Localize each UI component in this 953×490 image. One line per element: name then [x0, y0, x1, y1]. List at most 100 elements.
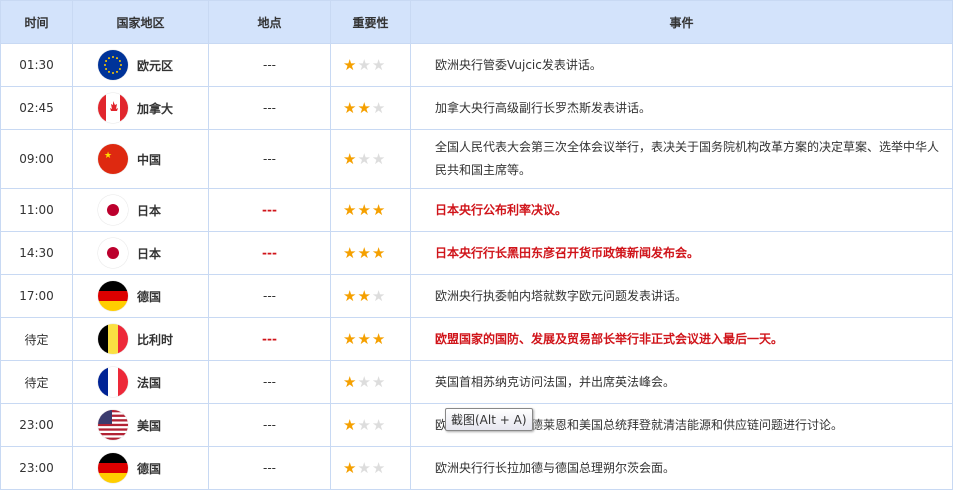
country-name: 美国 — [137, 418, 162, 433]
time-cell: 11:00 — [0, 188, 73, 232]
star-empty-icon: ★ — [371, 373, 387, 391]
country-name: 日本 — [137, 203, 162, 218]
star-filled-icon: ★ — [343, 330, 358, 348]
header-place: 地点 — [208, 0, 331, 44]
place-cell: --- — [208, 317, 331, 361]
star-filled-icon: ★ — [357, 201, 372, 219]
event-cell: 加拿大央行高级副行长罗杰斯发表讲话。 — [410, 86, 953, 130]
time-cell: 17:00 — [0, 274, 73, 318]
importance-stars: ★★★ — [330, 231, 411, 275]
importance-stars: ★★★ — [330, 446, 411, 490]
header-importance: 重要性 — [330, 0, 411, 44]
country-name: 加拿大 — [137, 101, 174, 116]
event-cell: 欧盟国家的国防、发展及贸易部长举行非正式会议进入最后一天。 — [410, 317, 953, 361]
flag-jp-icon — [98, 238, 128, 268]
star-filled-icon: ★ — [343, 56, 358, 74]
star-filled-icon: ★ — [343, 459, 358, 477]
table-row: 待定 比利时 --- ★★★ 欧盟国家的国防、发展及贸易部长举行非正式会议进入最… — [0, 317, 953, 361]
importance-stars: ★★★ — [330, 86, 411, 130]
star-empty-icon: ★ — [357, 373, 372, 391]
time-cell: 14:30 — [0, 231, 73, 275]
table-row: 14:30 日本 --- ★★★ 日本央行行长黑田东彦召开货币政策新闻发布会。 — [0, 231, 953, 275]
event-cell: 日本央行行长黑田东彦召开货币政策新闻发布会。 — [410, 231, 953, 275]
country-cell: 德国 — [74, 281, 207, 311]
star-empty-icon: ★ — [357, 459, 372, 477]
table-row: 待定 法国 --- ★★★ 英国首相苏纳克访问法国，并出席英法峰会。 — [0, 360, 953, 404]
star-filled-icon: ★ — [343, 150, 358, 168]
table-row: 01:30 欧元区 --- ★★★ 欧洲央行管委Vujcic发表讲话。 — [0, 43, 953, 87]
event-cell: 欧洲央行执委帕内塔就数字欧元问题发表讲话。 — [410, 274, 953, 318]
star-empty-icon: ★ — [371, 150, 387, 168]
importance-stars: ★★★ — [330, 188, 411, 232]
event-cell: 欧洲央行行长拉加德与德国总理朔尔茨会面。 — [410, 446, 953, 490]
flag-us-icon — [98, 410, 128, 440]
place-cell: --- — [208, 360, 331, 404]
country-cell: 法国 — [74, 367, 207, 397]
country-cell: 日本 — [74, 238, 207, 268]
star-filled-icon: ★ — [343, 201, 358, 219]
header-row: 时间 国家地区 地点 重要性 事件 — [0, 0, 953, 44]
star-empty-icon: ★ — [371, 287, 387, 305]
flag-be-icon — [98, 324, 128, 354]
table-row: 02:45 加拿大 --- ★★★ 加拿大央行高级副行长罗杰斯发表讲话。 — [0, 86, 953, 130]
star-filled-icon: ★ — [357, 244, 372, 262]
flag-de-icon — [98, 453, 128, 483]
table-row: 11:00 日本 --- ★★★ 日本央行公布利率决议。 — [0, 188, 953, 232]
table-row: 23:00 德国 --- ★★★ 欧洲央行行长拉加德与德国总理朔尔茨会面。 — [0, 446, 953, 490]
time-cell: 01:30 — [0, 43, 73, 87]
place-cell: --- — [208, 446, 331, 490]
star-filled-icon: ★ — [371, 330, 387, 348]
importance-stars: ★★★ — [330, 403, 411, 447]
star-filled-icon: ★ — [343, 244, 358, 262]
place-cell: --- — [208, 188, 331, 232]
flag-ca-icon — [98, 93, 128, 123]
star-empty-icon: ★ — [357, 56, 372, 74]
time-cell: 待定 — [0, 317, 73, 361]
star-filled-icon: ★ — [343, 416, 358, 434]
star-filled-icon: ★ — [343, 287, 358, 305]
country-cell: 比利时 — [74, 324, 207, 354]
importance-stars: ★★★ — [330, 274, 411, 318]
country-cell: ★ 中国 — [74, 144, 207, 174]
header-country: 国家地区 — [72, 0, 209, 44]
flag-jp-icon — [98, 195, 128, 225]
table-row: 17:00 德国 --- ★★★ 欧洲央行执委帕内塔就数字欧元问题发表讲话。 — [0, 274, 953, 318]
event-cell: 全国人民代表大会第三次全体会议举行，表决关于国务院机构改革方案的决定草案、选举中… — [410, 129, 953, 189]
country-name: 法国 — [137, 375, 162, 390]
star-filled-icon: ★ — [343, 373, 358, 391]
country-name: 比利时 — [137, 332, 174, 347]
flag-eu-icon — [98, 50, 128, 80]
time-cell: 09:00 — [0, 129, 73, 189]
country-cell: 日本 — [74, 195, 207, 225]
event-cell: 英国首相苏纳克访问法国，并出席英法峰会。 — [410, 360, 953, 404]
star-filled-icon: ★ — [371, 201, 387, 219]
country-cell: 德国 — [74, 453, 207, 483]
time-cell: 待定 — [0, 360, 73, 404]
star-empty-icon: ★ — [371, 99, 387, 117]
importance-stars: ★★★ — [330, 317, 411, 361]
star-filled-icon: ★ — [343, 99, 358, 117]
country-name: 日本 — [137, 246, 162, 261]
place-cell: --- — [208, 231, 331, 275]
importance-stars: ★★★ — [330, 129, 411, 189]
importance-stars: ★★★ — [330, 43, 411, 87]
star-filled-icon: ★ — [357, 99, 372, 117]
place-cell: --- — [208, 274, 331, 318]
place-cell: --- — [208, 86, 331, 130]
country-cell: 欧元区 — [74, 50, 207, 80]
time-cell: 02:45 — [0, 86, 73, 130]
flag-de-icon — [98, 281, 128, 311]
svg-text:★: ★ — [104, 151, 112, 161]
header-event: 事件 — [410, 0, 953, 44]
star-empty-icon: ★ — [357, 150, 372, 168]
place-cell: --- — [208, 403, 331, 447]
country-name: 欧元区 — [137, 58, 174, 73]
star-empty-icon: ★ — [357, 416, 372, 434]
place-cell: --- — [208, 129, 331, 189]
time-cell: 23:00 — [0, 446, 73, 490]
event-cell: 日本央行公布利率决议。 — [410, 188, 953, 232]
country-name: 德国 — [137, 289, 162, 304]
tooltip: 截图(Alt + A) — [445, 408, 533, 431]
country-name: 中国 — [137, 152, 162, 167]
country-cell: 加拿大 — [74, 93, 207, 123]
